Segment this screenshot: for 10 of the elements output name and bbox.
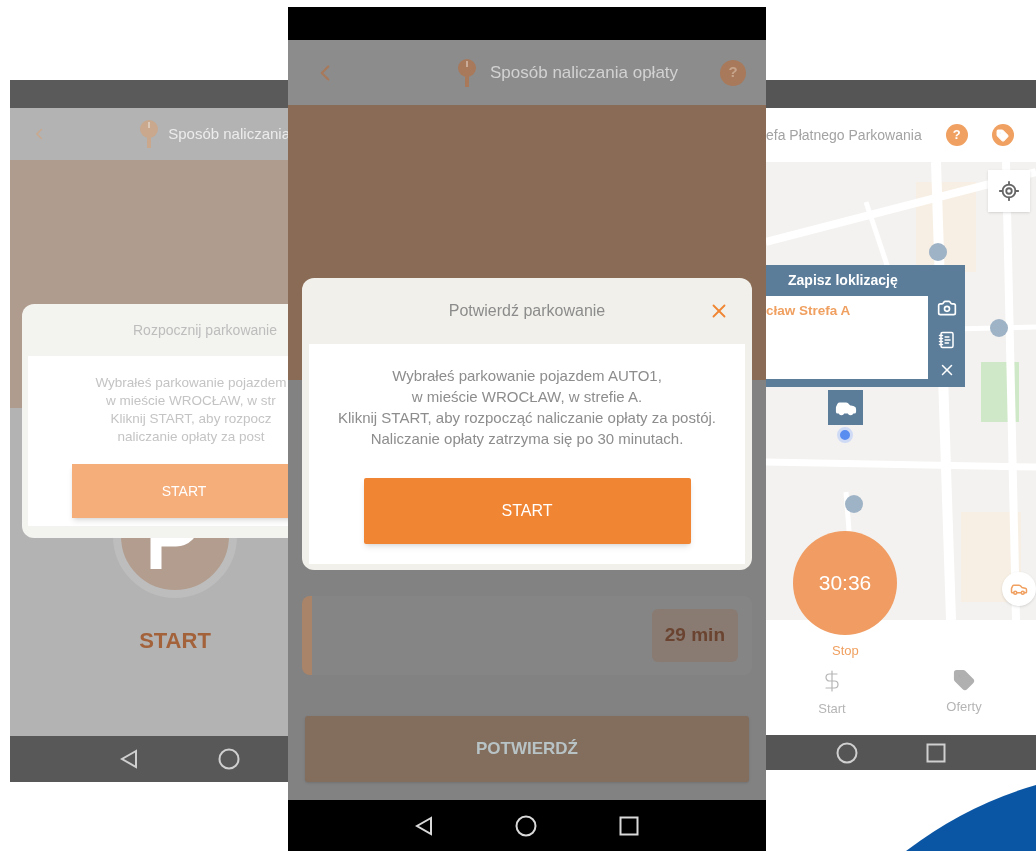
dialog-message: Wybrałeś parkowanie pojazdem w mieście WROCŁAW, w str Kliknij START, aby rozpocz naliczanie opłaty za post [94,374,288,446]
header-title: Sposób naliczania [168,123,290,144]
header-title: efa Płatnego Parkowania [766,125,922,145]
dialog-title: Potwierdź parkowanie [448,301,606,321]
stop-label: Stop [832,642,860,660]
header-title: Sposób naliczania opłaty [490,61,679,84]
popup-title: Zapisz loklizację [788,271,898,290]
dialog-message: Wybrałeś parkowanie pojazdem AUTO1, w mieście WROCŁAW, w strefie A. Kliknij START, aby rozpocząć naliczanie opłaty za postój. Naliczanie opłaty zatrzyma się po 30 minutach. [338,366,716,449]
duration-chip: 29 min [651,609,738,662]
start-label: START [139,627,211,655]
